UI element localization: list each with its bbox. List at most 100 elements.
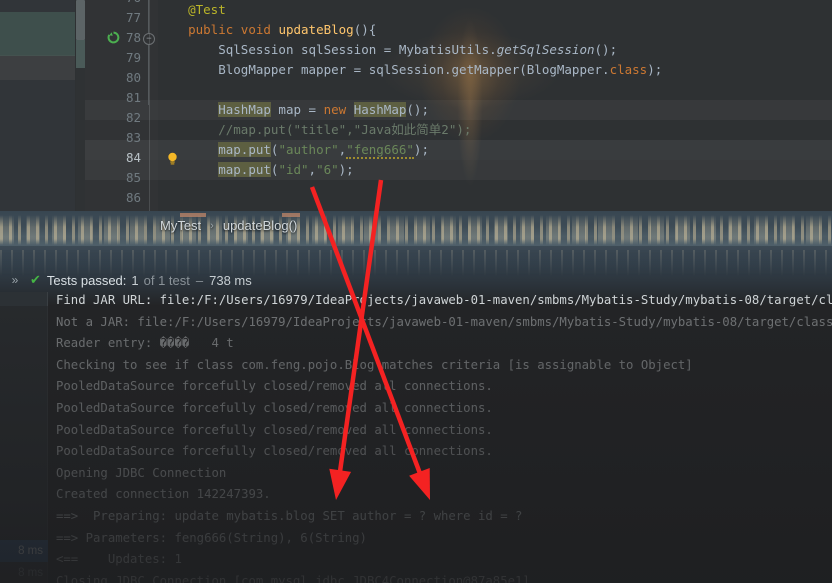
code-token: HashMap [353, 102, 407, 117]
code-token: //map.put("title","Java如此简单2"); [218, 122, 472, 137]
line-number: 79 [125, 50, 141, 65]
fold-guide-line-top [148, 0, 149, 33]
code-line[interactable]: @Test [158, 0, 662, 20]
console-line: <== Updates: 1 [56, 552, 182, 567]
code-token: map.put [218, 142, 271, 157]
console-line: PooledDataSource forcefully closed/remov… [56, 379, 493, 394]
test-total-label: of 1 test [143, 272, 190, 288]
code-token: HashMap [218, 102, 271, 117]
code-token: ); [647, 62, 663, 77]
code-line[interactable]: map.put("id","6"); [158, 160, 662, 180]
code-line[interactable]: HashMap map = new HashMap(); [158, 100, 662, 120]
code-token: BlogMapper mapper = sqlSession.getMapper… [218, 62, 610, 77]
code-token: , [308, 162, 317, 177]
line-number: 85 [125, 170, 141, 185]
code-line[interactable]: map.put("author","feng666"); [158, 140, 662, 160]
console-line: PooledDataSource forcefully closed/remov… [56, 444, 493, 459]
code-token: "6" [316, 162, 339, 177]
code-token: public [188, 22, 241, 37]
editor-marker-tick-2 [282, 213, 300, 217]
test-pass-count: 1 [131, 272, 139, 288]
console-line: Checking to see if class com.feng.pojo.B… [56, 357, 693, 372]
console-line: Closing JDBC Connection [com.mysql.jdbc.… [56, 573, 530, 583]
console-line: Opening JDBC Connection [56, 465, 227, 480]
console-line: PooledDataSource forcefully closed/remov… [56, 422, 493, 437]
console-line: Find JAR URL: file:/F:/Users/16979/IdeaP… [56, 293, 832, 307]
test-status-bar: » ✔ Tests passed: 1 of 1 test – 738 ms [0, 268, 832, 292]
code-token: (); [406, 102, 429, 117]
fold-guide-line-bottom [148, 45, 149, 105]
code-token: (); [594, 42, 618, 57]
code-token: MybatisUtils [398, 42, 490, 57]
breadcrumb-bar[interactable]: MyTest › updateBlog() [0, 211, 832, 246]
code-editor-pane[interactable]: 7677787980818283848586 − @Test public vo… [0, 0, 832, 215]
code-token: map = [270, 102, 324, 117]
breadcrumb[interactable]: MyTest › updateBlog() [160, 218, 297, 233]
code-line[interactable] [158, 80, 662, 100]
code-token: class [609, 62, 648, 77]
code-token: SqlSession sqlSession = [218, 42, 399, 57]
code-token: . [489, 42, 497, 57]
line-number: 86 [125, 190, 141, 205]
breadcrumb-wallpaper [0, 211, 832, 246]
line-number: 77 [125, 10, 141, 25]
code-token: "id" [278, 162, 309, 177]
console-line: Not a JAR: file:/F:/Users/16979/IdeaProj… [56, 314, 832, 329]
line-number: 82 [125, 110, 141, 125]
code-token: ); [338, 162, 354, 177]
code-text[interactable]: @Test public void updateBlog(){ SqlSessi… [158, 0, 662, 200]
code-token: ); [413, 142, 429, 157]
chevron-right-icon: › [210, 219, 214, 232]
code-token: getSqlSession [496, 42, 595, 57]
code-line[interactable]: //map.put("title","Java如此简单2"); [158, 120, 662, 140]
code-token: "feng666" [346, 142, 414, 159]
line-number: 80 [125, 70, 141, 85]
console-output[interactable]: Find JAR URL: file:/F:/Users/16979/IdeaP… [56, 290, 832, 583]
code-token: new [323, 102, 347, 117]
test-duration: 738 ms [209, 272, 252, 288]
console-line: PooledDataSource forcefully closed/remov… [56, 400, 493, 415]
project-tool-strip[interactable] [0, 0, 75, 215]
run-tool-window[interactable]: » ✔ Tests passed: 1 of 1 test – 738 ms 8… [0, 246, 832, 583]
line-number: 81 [125, 90, 141, 105]
line-number-partial: 76 [85, 0, 141, 8]
code-token: map.put [218, 162, 271, 177]
test-tree-row[interactable]: 8 ms [0, 562, 48, 583]
breadcrumb-item-method[interactable]: updateBlog() [223, 218, 297, 233]
console-line: ==> Preparing: update mybatis.blog SET a… [56, 508, 523, 523]
status-dash: – [195, 272, 204, 288]
scrollbar-thumb[interactable] [76, 0, 85, 40]
code-token: (){ [353, 22, 377, 37]
scrollbar-thumb-secondary[interactable] [76, 40, 85, 68]
idea-window: 7677787980818283848586 − @Test public vo… [0, 0, 832, 583]
code-token: updateBlog [278, 22, 354, 37]
code-token: @Test [188, 2, 226, 17]
console-line: Created connection 142247393. [56, 487, 271, 502]
code-token: "author" [278, 142, 339, 157]
expand-chevron-icon[interactable]: » [0, 273, 30, 287]
run-test-icon[interactable] [107, 31, 120, 44]
code-line[interactable]: SqlSession sqlSession = MybatisUtils.get… [158, 40, 662, 60]
check-icon: ✔ [30, 272, 41, 287]
code-line[interactable] [158, 180, 662, 200]
test-tree-row[interactable]: 8 ms [0, 540, 48, 562]
code-line[interactable]: public void updateBlog(){ [158, 20, 662, 40]
code-line[interactable]: BlogMapper mapper = sqlSession.getMapper… [158, 60, 662, 80]
line-number: 83 [125, 130, 141, 145]
code-fold-icon[interactable]: − [143, 33, 155, 45]
breadcrumb-item-class[interactable]: MyTest [160, 218, 201, 233]
strip-band-selected-row [0, 56, 75, 80]
console-line: ==> Parameters: feng666(String), 6(Strin… [56, 530, 367, 545]
editor-marker-tick-1 [180, 213, 206, 217]
test-status-label: Tests passed: [46, 272, 127, 288]
code-token: void [240, 22, 279, 37]
